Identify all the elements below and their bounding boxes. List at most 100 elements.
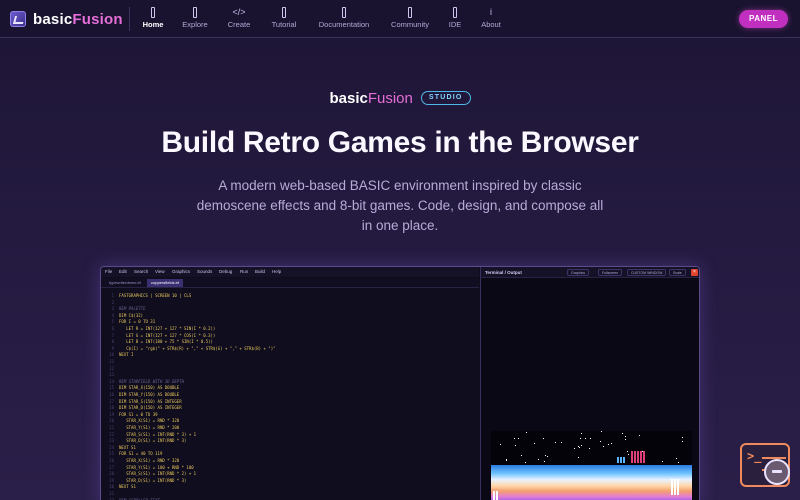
hero-logo: basicFusion — [329, 89, 413, 107]
terminal-title: Terminal / Output — [485, 270, 522, 275]
close-icon[interactable]: × — [691, 269, 698, 276]
tab-coppersfields[interactable]: coppersfields.bf — [147, 279, 184, 287]
star — [545, 455, 546, 456]
star — [625, 439, 626, 440]
star — [603, 446, 604, 447]
star — [544, 461, 545, 462]
code-line: 16 DIM STAR_Y(150) AS DOUBLE — [109, 392, 180, 397]
hero-brand: basicFusion STUDIO — [0, 88, 800, 108]
star — [589, 448, 590, 449]
star — [600, 441, 601, 442]
star — [627, 451, 628, 452]
star — [543, 438, 544, 439]
code-line: 9 C$(I) = "rgb(" + STR$(R) + "," + STR$(… — [111, 345, 276, 351]
star — [514, 438, 515, 439]
star — [500, 444, 501, 445]
star — [590, 438, 591, 439]
community-icon — [388, 5, 432, 19]
menu-search[interactable]: Search — [134, 269, 148, 274]
scale-button[interactable]: Scale — [669, 269, 686, 276]
game-output-screen — [491, 431, 692, 500]
menu-edit[interactable]: Edit — [119, 269, 127, 274]
star — [611, 443, 612, 444]
page-title: Build Retro Games in the Browser — [161, 126, 639, 159]
nav-item-documentation[interactable]: Documentation — [314, 5, 374, 33]
code-line: 24 NEXT S1 — [109, 444, 136, 450]
star — [622, 433, 623, 434]
star — [580, 438, 581, 439]
nav-item-home[interactable]: Home — [140, 5, 166, 33]
nav-item-ide[interactable]: IDE — [447, 5, 463, 33]
menu-run[interactable]: Run — [240, 269, 248, 274]
custom-window-button[interactable]: CUSTOM WINDOW — [627, 269, 667, 276]
star — [538, 459, 539, 460]
editor-tabs: typewriterdemo.bf coppersfields.bf — [101, 278, 479, 288]
copper-bars — [491, 465, 692, 500]
menu-debug[interactable]: Debug — [219, 269, 232, 274]
star — [581, 445, 582, 446]
star — [521, 455, 522, 456]
studio-badge: STUDIO — [420, 91, 471, 105]
menu-build[interactable]: Build — [255, 269, 265, 274]
home-icon — [140, 5, 166, 19]
game-sprite — [617, 457, 625, 463]
basic-fusion-logo-icon — [10, 11, 26, 27]
menu-file[interactable]: File — [105, 269, 112, 274]
code-line: 11 — [109, 359, 114, 364]
code-line: 29 STAR_D(S1) = INT(RND * 3) — [109, 477, 187, 483]
star — [555, 442, 556, 443]
tab-typewriterdemo[interactable]: typewriterdemo.bf — [105, 279, 145, 287]
code-line: 3 REM PALETTE — [111, 306, 146, 312]
code-line: 14 REM STARFIELD WITH 3D DEPTH — [109, 378, 185, 384]
game-sprite — [671, 479, 679, 495]
star — [561, 442, 562, 443]
nav-item-tutorial[interactable]: Tutorial — [269, 5, 299, 33]
star — [547, 456, 548, 457]
nav-item-community[interactable]: Community — [388, 5, 432, 33]
fullscreen-button[interactable]: Fullscreen — [598, 269, 623, 276]
code-line: 5 FOR I = 0 TO 31 — [111, 319, 156, 325]
nav-item-explore[interactable]: Explore — [180, 5, 210, 33]
code-line: 23 STAR_D(S1) = INT(RND * 3) — [109, 438, 187, 444]
star — [518, 438, 519, 439]
brand-link[interactable]: basicFusion — [10, 8, 123, 30]
terminal-header: Terminal / Output Graphics Fullscreen CU… — [481, 267, 699, 278]
code-line: 1 FASTGRAPHICS | SCREEN 10 | CLS — [111, 293, 192, 298]
code-line: 2 — [111, 299, 114, 305]
info-icon: i — [490, 7, 492, 17]
star — [579, 447, 580, 448]
star — [585, 438, 586, 439]
star — [574, 448, 575, 449]
star — [506, 460, 507, 461]
menu-help[interactable]: Help — [272, 269, 281, 274]
nav-divider — [129, 7, 130, 31]
star — [506, 459, 507, 460]
star — [578, 457, 579, 458]
nav-item-create[interactable]: </> Create — [225, 5, 253, 33]
code-line: 26 STAR_X(S1) = RND * 320 — [109, 458, 180, 463]
star — [628, 454, 629, 455]
code-editor[interactable]: 1 FASTGRAPHICS | SCREEN 10 | CLS 2 3 REM PAL… — [101, 289, 479, 500]
star — [682, 441, 683, 442]
graphics-button[interactable]: Graphics — [567, 269, 590, 276]
star — [678, 462, 679, 463]
panel-button[interactable]: PANEL — [739, 10, 788, 28]
ide-menubar: File Edit Search View Graphics Sounds De… — [101, 267, 479, 277]
code-line: 18 DIM STAR_D(150) AS INTEGER — [109, 405, 182, 411]
star — [526, 432, 527, 433]
menu-graphics[interactable]: Graphics — [172, 269, 190, 274]
code-line: 21 STAR_Y(S1) = RND * 200 — [109, 425, 180, 430]
nav-item-about[interactable]: i About — [478, 5, 504, 33]
game-sprite — [493, 491, 499, 500]
ide-icon — [447, 5, 463, 19]
code-line: 19 FOR S1 = 0 TO 39 — [109, 411, 158, 417]
star — [525, 462, 526, 463]
star — [662, 461, 663, 462]
star — [682, 437, 683, 438]
code-icon: </> — [232, 7, 246, 17]
code-line: 31 — [109, 491, 114, 496]
terminal-chat-icon[interactable]: >_ — [740, 443, 790, 487]
menu-view[interactable]: View — [155, 269, 165, 274]
code-line: 27 STAR_Y(S1) = 100 + RND * 100 — [109, 464, 194, 470]
menu-sounds[interactable]: Sounds — [197, 269, 212, 274]
